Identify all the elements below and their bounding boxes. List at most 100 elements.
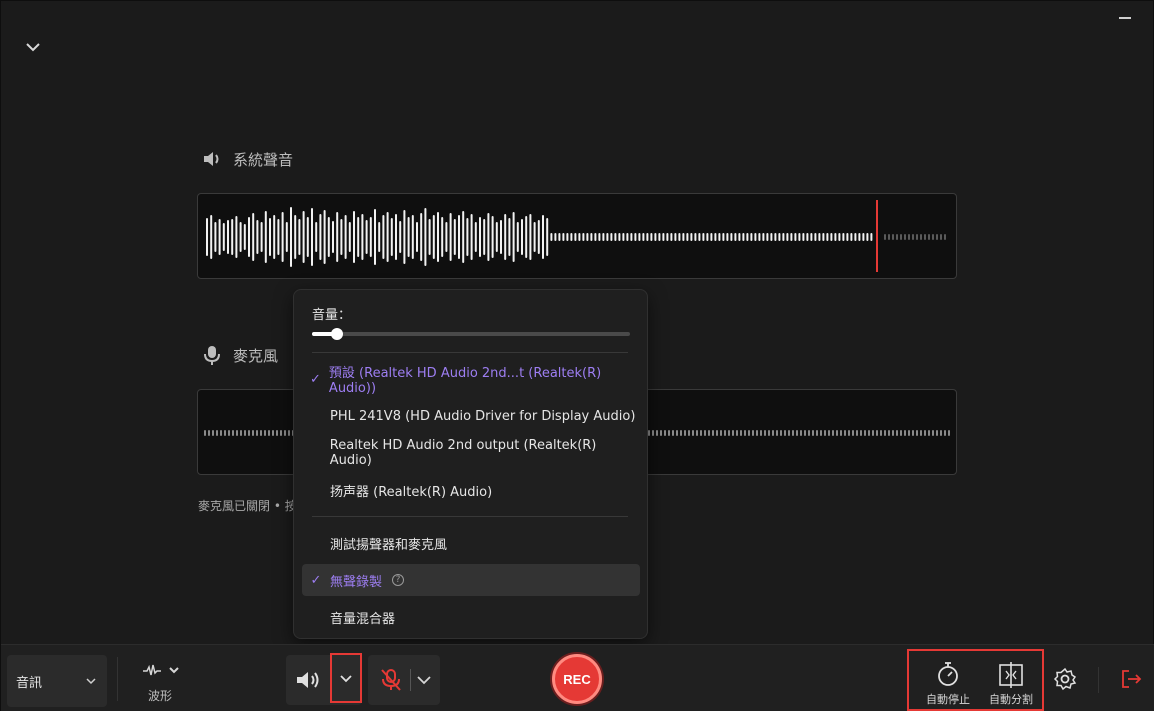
waveform-bar	[932, 234, 934, 240]
waveform-bar	[269, 218, 271, 256]
exit-button[interactable]	[1119, 667, 1143, 691]
waveform-bar	[298, 219, 301, 255]
waveform-bar	[704, 430, 706, 436]
waveform-bar	[656, 430, 658, 436]
record-button[interactable]: REC	[552, 654, 602, 704]
waveform-bar	[416, 222, 418, 252]
waveform-bar	[390, 218, 393, 256]
waveform-bar	[808, 430, 810, 436]
waveform-bar	[582, 233, 585, 241]
waveform-bar	[606, 233, 609, 241]
waveform-bar	[281, 212, 284, 262]
waveform-bar	[708, 430, 710, 436]
waveform-bar	[712, 430, 714, 436]
auto-stop-button[interactable]: 自動停止	[919, 659, 977, 707]
volume-mixer-item[interactable]: 音量混合器	[302, 601, 640, 633]
waveform-bar	[718, 233, 721, 241]
waveform-bar	[642, 233, 645, 241]
waveform-bar	[694, 233, 697, 241]
waveform-bar	[672, 430, 674, 436]
mode-select[interactable]: 音訊	[7, 655, 107, 707]
waveform-bar	[586, 233, 589, 241]
device-item-default[interactable]: ✓ 預設 (Realtek HD Audio 2nd...t (Realtek(…	[302, 363, 640, 396]
test-label: 測試揚聲器和麥克風	[330, 537, 448, 553]
waveform-bar	[374, 209, 376, 265]
mic-dropdown-button[interactable]	[414, 669, 434, 691]
settings-button[interactable]	[1053, 667, 1077, 691]
bottom-toolbar: 音訊 波形 REC 自動停止 自動分割	[1, 644, 1154, 711]
waveform-bar	[670, 233, 673, 241]
device-item-phl[interactable]: PHL 241V8 (HD Audio Driver for Display A…	[302, 400, 640, 432]
waveform-bar	[470, 214, 473, 260]
waveform-bar	[764, 430, 766, 436]
waveform-bar	[880, 430, 882, 436]
device-item-realtek-2nd[interactable]: Realtek HD Audio 2nd output (Realtek(R) …	[302, 437, 640, 469]
waveform-bar	[766, 233, 769, 241]
waveform-bar	[872, 430, 874, 436]
volume-slider-knob[interactable]	[331, 328, 343, 340]
waveform-bar	[285, 222, 288, 252]
waveform-label: 波形	[148, 689, 173, 703]
waveform-bar	[832, 430, 834, 436]
waveform-bar	[479, 217, 481, 257]
minimize-icon[interactable]	[1119, 17, 1131, 19]
speaker-dropdown-button[interactable]	[330, 653, 362, 703]
test-speaker-mic-item[interactable]: 測試揚聲器和麥克風	[302, 527, 640, 559]
waveform-bar	[796, 430, 798, 436]
mic-control	[368, 655, 440, 705]
waveform-bar	[936, 430, 938, 436]
waveform-bar	[570, 233, 573, 241]
waveform-bar	[768, 430, 770, 436]
waveform-bar	[884, 430, 886, 436]
divider	[410, 669, 411, 691]
waveform-bar	[268, 430, 270, 436]
system-audio-label: 系統聲音	[233, 150, 294, 169]
mode-label: 音訊	[16, 675, 43, 691]
waveform-bar	[884, 234, 886, 240]
divider	[1098, 667, 1099, 693]
waveform-bar	[658, 233, 661, 241]
waveform-bar	[248, 430, 250, 436]
device-label: Realtek HD Audio 2nd output (Realtek(R) …	[329, 438, 597, 468]
divider	[117, 657, 118, 701]
waveform-button[interactable]: 波形	[139, 659, 183, 705]
waveform-bar	[770, 233, 773, 241]
waveform-bar	[537, 220, 540, 254]
mic-toggle-button[interactable]	[378, 667, 404, 693]
waveform-bar	[774, 233, 777, 241]
waveform-bar	[566, 233, 569, 241]
waveform-bar	[252, 430, 254, 436]
chevron-down-icon	[85, 675, 97, 691]
waveform-bar	[550, 233, 553, 241]
waveform-bar	[734, 233, 737, 241]
waveform-bar	[900, 234, 902, 240]
waveform-bar	[399, 221, 402, 253]
waveform-bar	[732, 430, 734, 436]
chevron-down-icon[interactable]	[23, 37, 43, 57]
mic-status-text: 麥克風已關閉 • 按	[198, 499, 297, 513]
speaker-toggle-button[interactable]	[294, 668, 324, 692]
mic-off-icon	[381, 669, 401, 691]
waveform-bar	[888, 430, 890, 436]
waveform-bar	[838, 233, 841, 241]
waveform-bar	[928, 430, 930, 436]
waveform-bar	[208, 430, 210, 436]
waveform-bar	[315, 222, 318, 252]
waveform-bar	[594, 233, 597, 241]
waveform-bar	[688, 430, 690, 436]
waveform-bar	[228, 430, 230, 436]
waveform-bar	[227, 220, 229, 254]
waveform-bar	[870, 233, 873, 241]
waveform-bar	[746, 233, 749, 241]
silent-recording-item[interactable]: ✓ 無聲錄製 ?	[302, 564, 640, 596]
waveform-bar	[680, 430, 682, 436]
split-icon	[999, 662, 1023, 688]
waveform-bar	[690, 233, 693, 241]
waveform-bar	[784, 430, 786, 436]
exit-icon	[1122, 670, 1142, 688]
auto-split-button[interactable]: 自動分割	[982, 659, 1040, 707]
help-icon[interactable]: ?	[392, 574, 405, 586]
volume-slider[interactable]	[312, 328, 630, 340]
device-item-speaker[interactable]: 扬声器 (Realtek(R) Audio)	[302, 474, 640, 506]
mixer-label: 音量混合器	[330, 611, 396, 627]
